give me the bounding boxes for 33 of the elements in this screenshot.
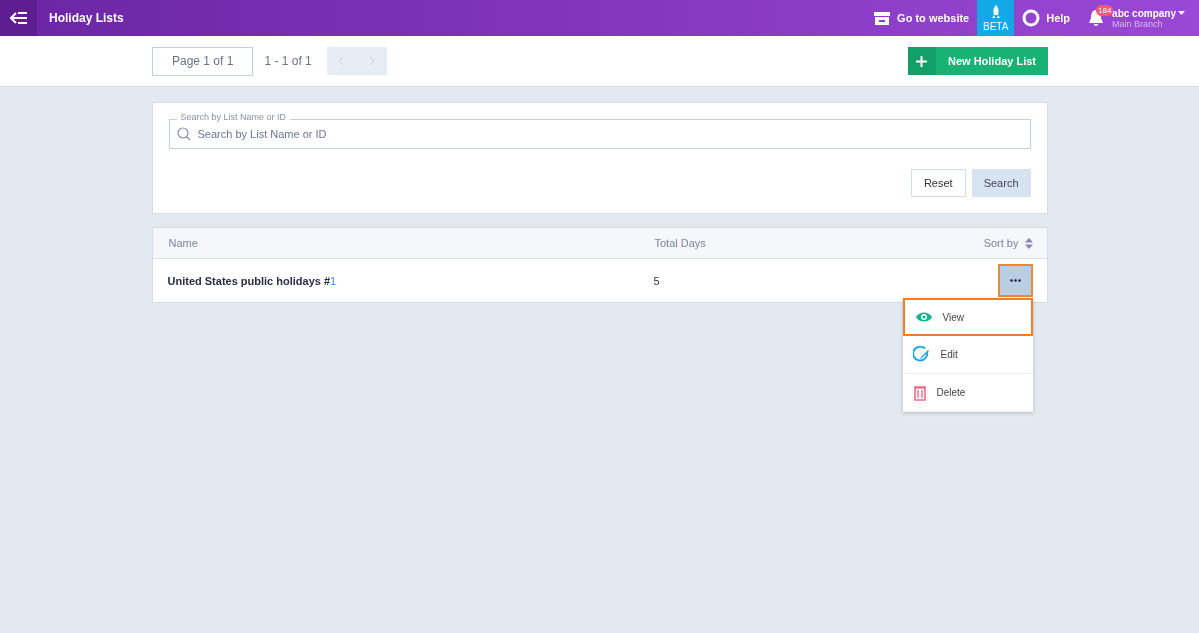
page-title: Holiday Lists: [49, 11, 125, 25]
search-button[interactable]: Search: [971, 169, 1031, 197]
page-indicator: Page 1 of 1: [152, 46, 254, 76]
help-link[interactable]: Help: [1014, 0, 1079, 36]
reset-button[interactable]: Reset: [910, 169, 966, 197]
pencil-icon: [912, 345, 931, 364]
menu-item[interactable]: Edit: [902, 336, 1033, 374]
more-icon: [1009, 279, 1021, 282]
caret-icon: [1178, 11, 1185, 15]
total-days: 5: [653, 274, 998, 287]
menu-item[interactable]: View: [902, 298, 1033, 336]
column-header: Total Days: [654, 237, 707, 249]
column-header: Name: [168, 237, 199, 249]
website-link[interactable]: Go to website: [865, 0, 978, 36]
search-field-label: Search by List Name or ID: [176, 112, 291, 122]
back-button[interactable]: [0, 0, 37, 36]
store-icon: [873, 10, 892, 26]
trash-icon: [912, 384, 927, 401]
sort-icon: [1024, 237, 1033, 249]
branch-name: Main Branch: [1112, 18, 1163, 29]
list-name: United States public holidays #1: [167, 274, 338, 287]
rocket-icon: [990, 4, 1001, 19]
chevron-right-icon: [369, 57, 375, 65]
plus-icon: [916, 55, 928, 67]
menu-item[interactable]: Delete: [902, 374, 1033, 412]
company-name[interactable]: abc company: [1112, 7, 1185, 19]
eye-icon: [914, 311, 933, 323]
more-button[interactable]: [997, 264, 1033, 297]
back-menu-icon: [9, 12, 28, 24]
sort-button[interactable]: Sort by: [983, 237, 1033, 249]
result-range: 1 - 1 of 1: [264, 54, 312, 68]
search-icon: [176, 127, 191, 141]
chevron-left-icon: [339, 57, 345, 65]
